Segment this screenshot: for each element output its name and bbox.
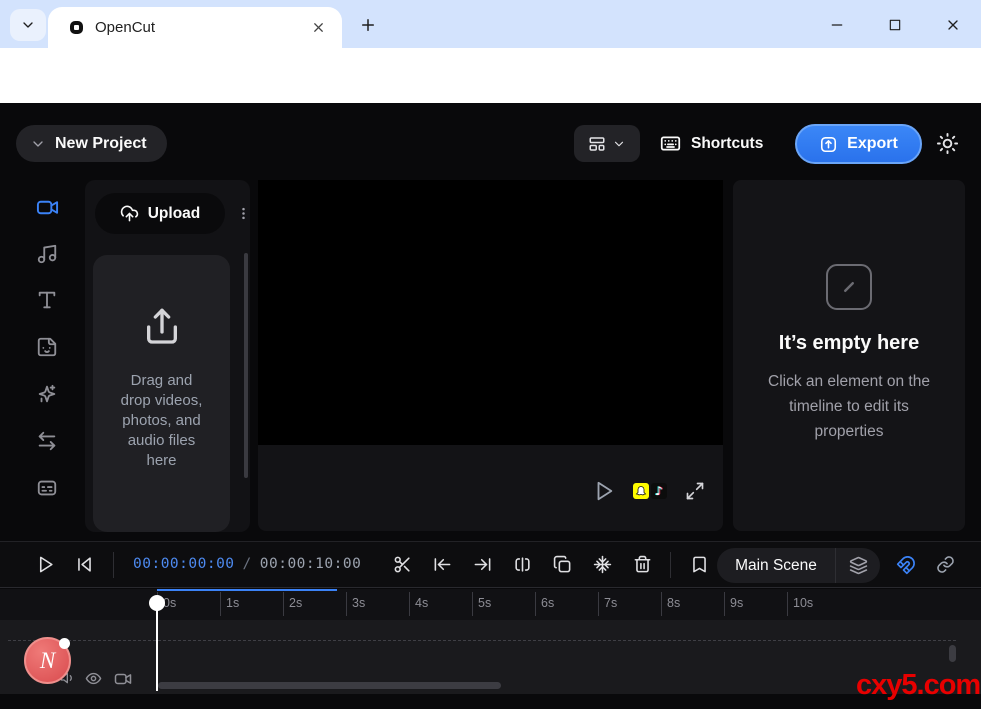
share-upload-icon — [142, 307, 182, 347]
tab-title: OpenCut — [95, 19, 311, 36]
layout-switcher-button[interactable] — [574, 125, 640, 162]
tab-close-icon[interactable] — [311, 20, 326, 35]
magnet-snap-icon[interactable] — [896, 555, 916, 575]
opencut-favicon-icon — [70, 21, 83, 34]
captions-icon — [36, 477, 60, 499]
chevron-down-icon — [30, 136, 46, 152]
sidebar-item-captions[interactable] — [36, 477, 60, 501]
export-button[interactable]: Export — [795, 124, 922, 164]
upload-button[interactable]: Upload — [95, 193, 225, 234]
playhead-handle[interactable] — [149, 595, 165, 611]
watermark: cxy5.com — [856, 669, 980, 702]
status-dot — [59, 638, 70, 649]
browser-tab-strip: OpenCut — [0, 0, 981, 48]
tiktok-badge-icon[interactable]: ♪ — [651, 483, 667, 499]
timeline-tracks[interactable]: N — [0, 620, 981, 694]
sun-icon — [936, 132, 960, 155]
browser-tab[interactable]: OpenCut — [48, 7, 342, 48]
timeline-play-icon[interactable] — [36, 555, 56, 575]
project-name: New Project — [55, 135, 147, 153]
layout-grid-icon — [588, 135, 606, 153]
preview-controls: ♪ — [593, 480, 705, 502]
media-panel: Upload Drag and drop videos, photos, and… — [85, 180, 250, 532]
sidebar-item-effects[interactable] — [36, 383, 60, 407]
fullscreen-icon[interactable] — [685, 481, 705, 501]
layers-icon[interactable] — [836, 556, 880, 575]
slash-square-icon — [826, 264, 872, 310]
editor-header: New Project Shortcuts Export — [0, 103, 981, 180]
upload-label: Upload — [148, 205, 201, 223]
project-menu-button[interactable]: New Project — [16, 125, 167, 162]
duplicate-icon[interactable] — [553, 555, 573, 575]
toolbar-divider — [670, 552, 671, 578]
drop-track-indicator — [8, 640, 956, 641]
timecode: 00:00:00:00 / 00:00:10:00 — [133, 556, 361, 572]
opencut-editor-window: OpenCut localhost:3000/editor/1175eef3-4… — [0, 0, 981, 709]
shortcuts-label: Shortcuts — [691, 135, 763, 153]
transitions-arrows-icon — [36, 430, 60, 452]
total-time: 00:00:10:00 — [260, 556, 362, 572]
split-icon[interactable] — [513, 555, 533, 575]
browser-toolbar: localhost:3000/editor/1175eef3-4bcf-41b4… — [0, 48, 981, 103]
dropzone-text: Drag and drop videos, photos, and audio … — [116, 371, 208, 471]
timeline-toolbar: 00:00:00:00 / 00:00:10:00 Main Scene — [0, 541, 981, 588]
chevron-down-icon — [20, 17, 36, 33]
trim-start-icon[interactable] — [433, 555, 453, 575]
camera-icon[interactable] — [114, 670, 132, 688]
sidebar-item-media[interactable] — [36, 196, 60, 220]
shortcuts-button[interactable]: Shortcuts — [660, 125, 763, 162]
export-label: Export — [847, 135, 898, 153]
toolbar-divider — [113, 552, 114, 578]
video-icon — [36, 196, 60, 219]
empty-state-subtitle: Click an element on the timeline to edit… — [758, 369, 940, 444]
sidebar-item-text[interactable] — [36, 289, 60, 313]
timeline-vertical-scrollbar[interactable] — [949, 645, 956, 662]
current-time: 00:00:00:00 — [133, 556, 235, 572]
chevron-down-icon — [612, 137, 626, 151]
theme-toggle-button[interactable] — [936, 132, 960, 156]
scene-name: Main Scene — [717, 557, 835, 575]
bookmark-icon[interactable] — [690, 555, 710, 575]
timeline-ruler[interactable]: 0s1s2s3s4s5s6s7s8s9s10s — [0, 589, 981, 620]
sidebar-item-stickers[interactable] — [36, 336, 60, 360]
cloud-upload-icon — [120, 204, 139, 223]
window-maximize-button[interactable] — [880, 12, 910, 38]
properties-panel: It’s empty here Click an element on the … — [733, 180, 965, 531]
media-dropzone[interactable]: Drag and drop videos, photos, and audio … — [93, 255, 230, 532]
more-vertical-icon[interactable] — [235, 197, 251, 229]
media-panel-scrollbar[interactable] — [244, 253, 248, 478]
export-upload-icon — [819, 135, 838, 154]
sidebar-item-audio[interactable] — [36, 243, 60, 267]
avatar-initial: N — [40, 648, 55, 674]
eye-icon[interactable] — [85, 670, 102, 687]
empty-state-title: It’s empty here — [733, 332, 965, 355]
bottom-strip — [0, 694, 981, 709]
text-icon — [36, 289, 60, 311]
timeline-horizontal-scrollbar[interactable] — [158, 682, 501, 689]
sticker-icon — [36, 336, 60, 358]
scene-selector-button[interactable]: Main Scene — [717, 548, 880, 583]
play-icon[interactable] — [593, 480, 615, 502]
new-tab-button[interactable] — [355, 12, 381, 38]
platform-badges[interactable]: ♪ — [633, 483, 667, 499]
preview-panel: ♪ — [258, 180, 723, 531]
music-icon — [36, 243, 60, 265]
trim-end-icon[interactable] — [473, 555, 493, 575]
delete-icon[interactable] — [633, 555, 653, 575]
window-minimize-button[interactable] — [822, 12, 852, 38]
tab-search-button[interactable] — [10, 9, 46, 41]
link-icon[interactable] — [936, 555, 956, 575]
skip-back-icon[interactable] — [75, 555, 95, 575]
window-close-button[interactable] — [938, 12, 968, 38]
preview-canvas — [258, 180, 723, 445]
time-separator: / — [243, 556, 252, 572]
freeze-icon[interactable] — [593, 555, 613, 575]
snapchat-badge-icon[interactable] — [633, 483, 649, 499]
effects-sparkles-icon — [36, 383, 60, 405]
scissors-icon[interactable] — [393, 555, 413, 575]
sidebar-item-transitions[interactable] — [36, 430, 60, 454]
ruler-highlight-bar — [157, 589, 337, 591]
keyboard-icon — [660, 133, 681, 154]
